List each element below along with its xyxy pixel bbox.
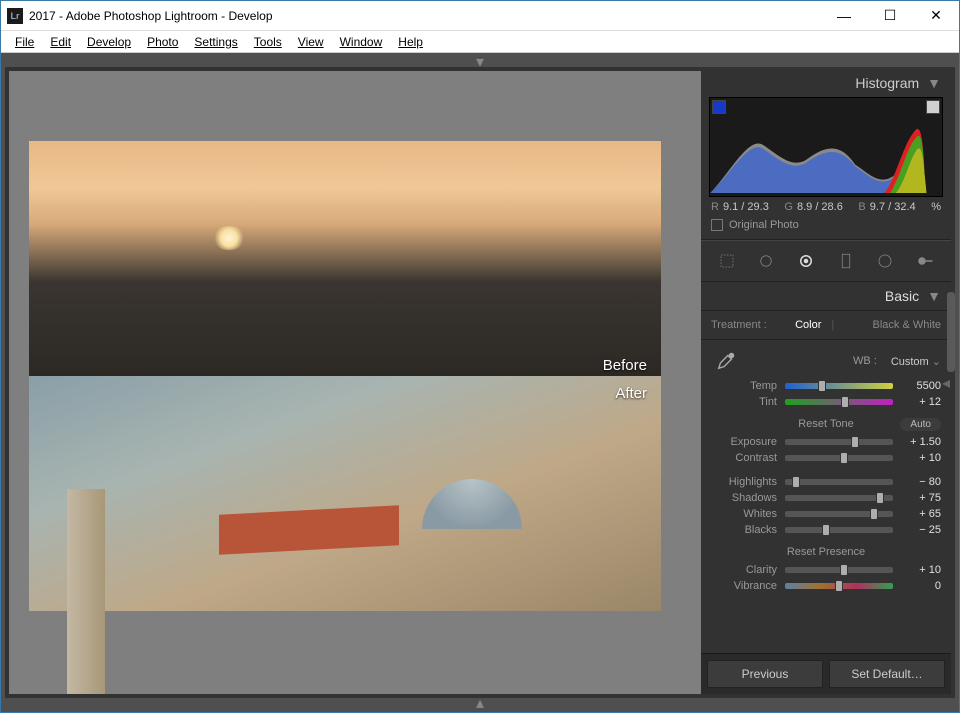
minimize-button[interactable]: — bbox=[821, 1, 867, 31]
wb-label: WB : bbox=[853, 355, 877, 367]
tint-slider[interactable]: Tint + 12 bbox=[701, 394, 951, 410]
app-icon: Lr bbox=[7, 8, 23, 24]
slider-thumb[interactable] bbox=[792, 476, 800, 488]
roof bbox=[219, 505, 399, 554]
histogram-header[interactable]: Histogram ▼ bbox=[701, 71, 951, 95]
set-default-button[interactable]: Set Default… bbox=[829, 660, 945, 688]
radial-filter-tool[interactable] bbox=[870, 249, 900, 273]
window-title: 2017 - Adobe Photoshop Lightroom - Devel… bbox=[29, 9, 821, 23]
histogram-title: Histogram bbox=[855, 75, 919, 91]
slider-thumb[interactable] bbox=[840, 564, 848, 576]
rgb-readout: R9.1 / 29.3 G8.9 / 28.6 B9.7 / 32.4 % bbox=[701, 197, 951, 215]
right-panel-toggle[interactable]: ◂ bbox=[941, 67, 951, 698]
menu-help[interactable]: Help bbox=[390, 33, 431, 51]
disclosure-triangle-icon[interactable]: ▼ bbox=[927, 288, 941, 304]
preview-area[interactable]: Before After bbox=[9, 71, 701, 694]
close-button[interactable]: ✕ bbox=[913, 1, 959, 31]
whites-slider[interactable]: Whites + 65 bbox=[701, 506, 951, 522]
menu-edit[interactable]: Edit bbox=[42, 33, 79, 51]
before-label: Before bbox=[603, 357, 647, 374]
reset-tone-row: Reset Tone Auto bbox=[701, 410, 951, 434]
eyedropper-icon[interactable] bbox=[711, 346, 741, 376]
before-image bbox=[29, 141, 661, 376]
titlebar[interactable]: Lr 2017 - Adobe Photoshop Lightroom - De… bbox=[1, 1, 959, 31]
shadow-clip-indicator[interactable] bbox=[712, 100, 726, 114]
reset-presence-row[interactable]: Reset Presence bbox=[701, 538, 951, 562]
previous-button[interactable]: Previous bbox=[707, 660, 823, 688]
reset-tone-label[interactable]: Reset Tone bbox=[798, 418, 853, 430]
sun-highlight bbox=[212, 226, 246, 250]
clarity-slider[interactable]: Clarity + 10 bbox=[701, 562, 951, 578]
slider-thumb[interactable] bbox=[835, 580, 843, 592]
slider-thumb[interactable] bbox=[840, 452, 848, 464]
menu-photo[interactable]: Photo bbox=[139, 33, 186, 51]
treatment-row: Treatment : Color | Black & White bbox=[701, 311, 951, 340]
auto-button[interactable]: Auto bbox=[900, 418, 941, 431]
highlight-clip-indicator[interactable] bbox=[926, 100, 940, 114]
menu-file[interactable]: File bbox=[7, 33, 42, 51]
building bbox=[67, 489, 105, 694]
develop-panel: Histogram ▼ R9.1 / 29.3 G bbox=[701, 71, 951, 694]
slider-thumb[interactable] bbox=[818, 380, 826, 392]
exposure-slider[interactable]: Exposure + 1.50 bbox=[701, 434, 951, 450]
menu-develop[interactable]: Develop bbox=[79, 33, 139, 51]
menu-window[interactable]: Window bbox=[332, 33, 391, 51]
redeye-tool[interactable] bbox=[791, 249, 821, 273]
menu-view[interactable]: View bbox=[290, 33, 332, 51]
wb-dropdown[interactable]: Custom bbox=[891, 355, 941, 368]
disclosure-triangle-icon[interactable]: ▼ bbox=[927, 75, 941, 91]
original-photo-toggle[interactable]: Original Photo bbox=[701, 215, 951, 240]
temp-slider[interactable]: Temp 5500 bbox=[701, 378, 951, 394]
slider-thumb[interactable] bbox=[822, 524, 830, 536]
spot-removal-tool[interactable] bbox=[751, 249, 781, 273]
histogram[interactable] bbox=[709, 97, 943, 197]
basic-header[interactable]: Basic ▼ bbox=[701, 282, 951, 311]
shadows-slider[interactable]: Shadows + 75 bbox=[701, 490, 951, 506]
menu-tools[interactable]: Tools bbox=[246, 33, 290, 51]
slider-thumb[interactable] bbox=[851, 436, 859, 448]
treatment-label: Treatment : bbox=[711, 319, 767, 331]
slider-thumb[interactable] bbox=[870, 508, 878, 520]
top-panel-toggle[interactable]: ▾ bbox=[5, 57, 955, 67]
maximize-button[interactable]: ☐ bbox=[867, 1, 913, 31]
treatment-bw[interactable]: Black & White bbox=[873, 319, 941, 331]
panel-buttons: Previous Set Default… bbox=[701, 653, 951, 694]
graduated-filter-tool[interactable] bbox=[831, 249, 861, 273]
checkbox-icon[interactable] bbox=[711, 219, 723, 231]
bottom-panel-toggle[interactable]: ▴ bbox=[5, 698, 955, 708]
after-label: After bbox=[615, 385, 647, 402]
histogram-graph bbox=[710, 116, 942, 193]
highlights-slider[interactable]: Highlights − 80 bbox=[701, 474, 951, 490]
before-after-preview[interactable]: Before After bbox=[29, 141, 661, 611]
menubar: File Edit Develop Photo Settings Tools V… bbox=[1, 31, 959, 53]
contrast-slider[interactable]: Contrast + 10 bbox=[701, 450, 951, 466]
dome bbox=[422, 479, 522, 529]
treatment-color[interactable]: Color bbox=[795, 319, 821, 331]
tool-strip bbox=[701, 240, 951, 282]
white-balance-row: WB : Custom bbox=[701, 340, 951, 378]
slider-thumb[interactable] bbox=[876, 492, 884, 504]
menu-settings[interactable]: Settings bbox=[186, 33, 245, 51]
adjustment-brush-tool[interactable] bbox=[910, 249, 940, 273]
vibrance-slider[interactable]: Vibrance 0 bbox=[701, 578, 951, 594]
after-image bbox=[29, 376, 661, 611]
blacks-slider[interactable]: Blacks − 25 bbox=[701, 522, 951, 538]
slider-thumb[interactable] bbox=[841, 396, 849, 408]
crop-tool[interactable] bbox=[712, 249, 742, 273]
